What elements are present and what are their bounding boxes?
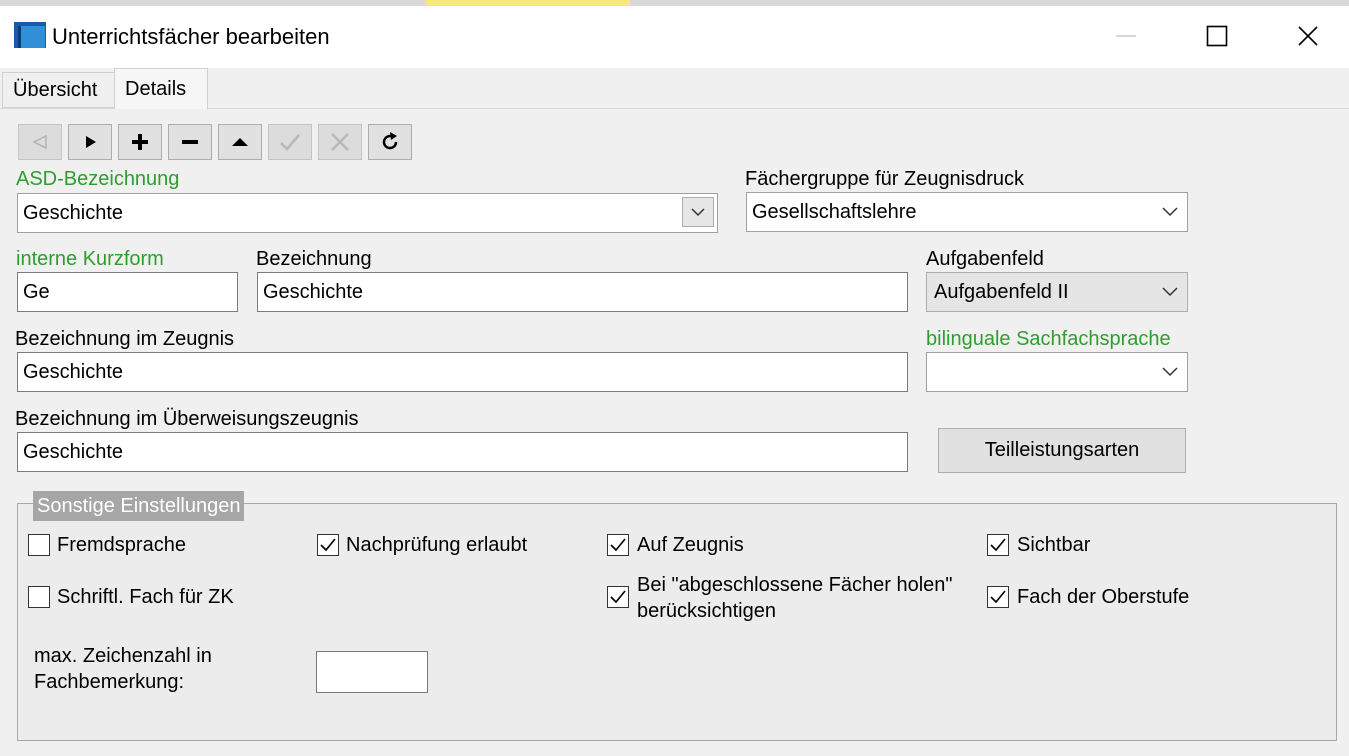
- refresh-button[interactable]: [368, 124, 412, 160]
- minimize-button[interactable]: [1080, 10, 1172, 62]
- faechergruppe-label: Fächergruppe für Zeugnisdruck: [745, 168, 1025, 190]
- app-icon: [14, 22, 46, 50]
- asd-select[interactable]: Geschichte: [17, 193, 718, 233]
- sichtbar-label: Sichtbar: [1017, 534, 1091, 556]
- nachpruefung-checkbox[interactable]: [317, 534, 339, 556]
- zeugnis-input[interactable]: Geschichte: [17, 352, 908, 392]
- teilleistungsarten-button[interactable]: Teilleistungsarten: [938, 428, 1186, 473]
- add-record-button[interactable]: [118, 124, 162, 160]
- cancel-icon: [331, 133, 349, 151]
- checkmark-icon: [610, 590, 626, 604]
- group-title: Sonstige Einstellungen: [33, 491, 245, 521]
- minimize-icon: [1116, 35, 1136, 37]
- asd-value: Geschichte: [23, 201, 124, 224]
- nachpruefung-label: Nachprüfung erlaubt: [346, 534, 528, 556]
- move-up-button[interactable]: [218, 124, 262, 160]
- maxzeichen-label-line2: Fachbemerkung:: [34, 671, 185, 693]
- aufzeugnis-label: Auf Zeugnis: [637, 534, 744, 556]
- kurzform-input[interactable]: Ge: [17, 272, 238, 312]
- checkmark-icon: [990, 590, 1006, 604]
- zeugnis-label: Bezeichnung im Zeugnis: [15, 328, 235, 350]
- checkmark-icon: [610, 538, 626, 552]
- cancel-edit-button[interactable]: [318, 124, 362, 160]
- tab-details[interactable]: Details: [114, 68, 208, 109]
- bilingual-label: bilinguale Sachfachsprache: [926, 328, 1171, 350]
- ueberweisung-label: Bezeichnung im Überweisungszeugnis: [15, 408, 359, 430]
- fremdsprache-checkbox[interactable]: [28, 534, 50, 556]
- chevron-down-icon: [1162, 367, 1178, 377]
- schriftl-checkbox[interactable]: [28, 586, 50, 608]
- first-record-button[interactable]: [18, 124, 62, 160]
- chevron-down-icon: [691, 208, 705, 217]
- faechergruppe-value: Gesellschaftslehre: [752, 200, 917, 223]
- bezeichnung-input[interactable]: Geschichte: [257, 272, 908, 312]
- checkmark-icon: [990, 538, 1006, 552]
- bezeichnung-label: Bezeichnung: [256, 248, 372, 270]
- faechergruppe-select[interactable]: Gesellschaftslehre: [746, 192, 1188, 232]
- first-record-icon: [32, 134, 47, 150]
- fremdsprache-label: Fremdsprache: [57, 534, 186, 556]
- chevron-down-icon: [1162, 287, 1178, 297]
- oberstufe-checkbox[interactable]: [987, 586, 1009, 608]
- abgeschlossen-checkbox[interactable]: [607, 586, 629, 608]
- maxzeichen-label-line1: max. Zeichenzahl in: [34, 645, 212, 667]
- confirm-icon: [280, 134, 300, 151]
- remove-record-button[interactable]: [168, 124, 212, 160]
- maximize-icon: [1206, 25, 1228, 47]
- add-icon: [132, 134, 148, 150]
- schriftl-label: Schriftl. Fach für ZK: [57, 586, 234, 608]
- tab-uebersicht[interactable]: Übersicht: [2, 72, 116, 108]
- close-icon: [1298, 26, 1318, 46]
- oberstufe-label: Fach der Oberstufe: [1017, 586, 1190, 608]
- aufgabenfeld-value: Aufgabenfeld II: [934, 280, 1069, 303]
- refresh-icon: [382, 132, 398, 150]
- bilingual-select[interactable]: [926, 352, 1188, 392]
- ueberweisung-input[interactable]: Geschichte: [17, 432, 908, 472]
- abgeschlossen-label-line1: Bei "abgeschlossene Fächer holen": [637, 574, 953, 596]
- kurzform-label: interne Kurzform: [16, 248, 164, 270]
- maximize-button[interactable]: [1171, 10, 1263, 62]
- remove-icon: [182, 140, 198, 144]
- next-record-icon: [86, 136, 96, 148]
- aufgabenfeld-label: Aufgabenfeld: [926, 248, 1044, 270]
- aufzeugnis-checkbox[interactable]: [607, 534, 629, 556]
- sichtbar-checkbox[interactable]: [987, 534, 1009, 556]
- window-title: Unterrichtsfächer bearbeiten: [52, 24, 330, 49]
- asd-dropdown-button[interactable]: [682, 197, 714, 227]
- aufgabenfeld-select[interactable]: Aufgabenfeld II: [926, 272, 1188, 312]
- abgeschlossen-label-line2: berücksichtigen: [637, 600, 776, 622]
- maxzeichen-input[interactable]: [316, 651, 428, 693]
- move-up-icon: [232, 138, 248, 146]
- asd-label: ASD-Bezeichnung: [16, 168, 180, 190]
- close-button[interactable]: [1262, 10, 1349, 62]
- confirm-button[interactable]: [268, 124, 312, 160]
- chevron-down-icon: [1162, 207, 1178, 217]
- next-record-button[interactable]: [68, 124, 112, 160]
- checkmark-icon: [320, 538, 336, 552]
